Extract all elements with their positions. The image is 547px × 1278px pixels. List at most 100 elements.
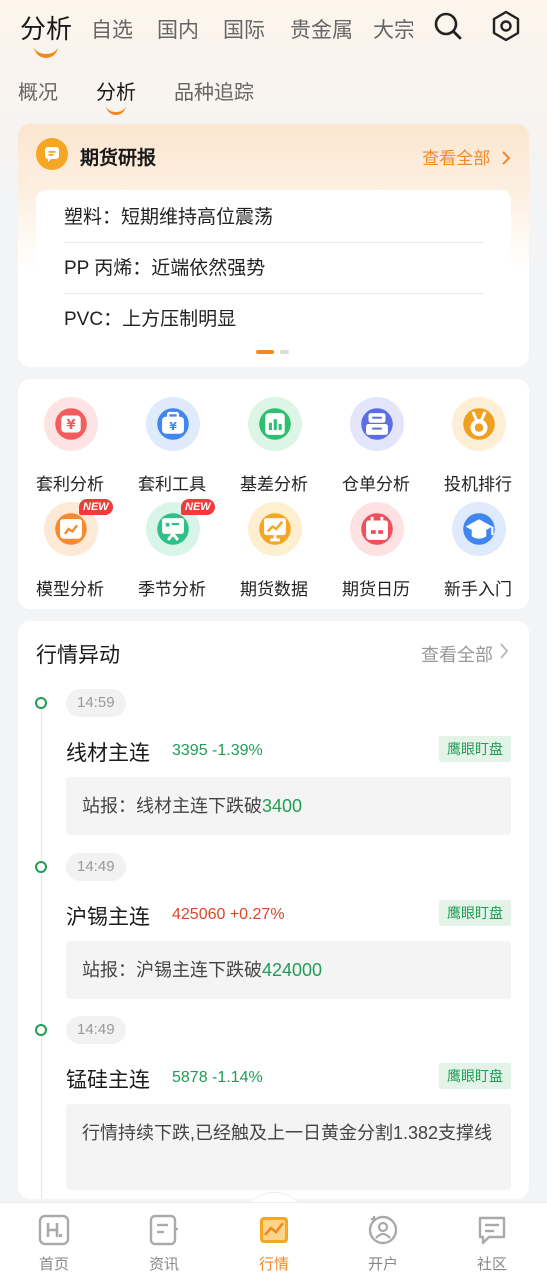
chevron-right-icon [502, 151, 511, 165]
add-user-icon [368, 1215, 398, 1245]
tool-label: 期货日历 [342, 580, 410, 599]
report-view-all-label: 查看全部 [422, 149, 491, 168]
tool-label: 模型分析 [36, 580, 104, 599]
tab-watchlist[interactable]: 自选 [91, 14, 133, 44]
nav-home[interactable]: 首页 [9, 1203, 99, 1278]
subtab-analysis[interactable]: 分析 [96, 76, 136, 115]
new-badge: NEW [181, 499, 215, 515]
subtab-overview[interactable]: 概况 [18, 76, 58, 105]
nav-label: 行情 [258, 1256, 289, 1273]
tool-label: 仓单分析 [342, 475, 410, 494]
settings-icon[interactable] [490, 10, 522, 42]
event-detail-text: 站报：线材主连下跌破 [82, 796, 262, 816]
nav-label: 资讯 [148, 1256, 179, 1273]
market-chart-icon [260, 1217, 288, 1243]
eagle-eye-tag[interactable]: 鹰眼盯盘 [439, 1063, 511, 1089]
market-view-all[interactable]: 查看全部 [421, 641, 493, 667]
indicator-active [256, 350, 274, 354]
market-title: 行情异动 [36, 644, 120, 667]
tool-calendar[interactable]: 期货日历 [328, 502, 424, 602]
tool-label: 投机排行 [444, 475, 512, 494]
tab-domestic[interactable]: 国内 [157, 14, 199, 44]
subtab-variety-tracking[interactable]: 品种追踪 [174, 76, 254, 105]
tab-analysis[interactable]: 分析 [20, 9, 72, 58]
svg-text:¥: ¥ [169, 420, 177, 433]
event-detail[interactable]: 站报：沪锡主连下跌破424000 [66, 941, 511, 999]
nav-label: 首页 [38, 1256, 69, 1273]
event-contract-name[interactable]: 线材主连 [66, 737, 150, 767]
eagle-eye-tag[interactable]: 鹰眼盯盘 [439, 900, 511, 926]
tool-medal[interactable]: 投机排行 [430, 397, 526, 497]
event-contract-name[interactable]: 锰硅主连 [66, 1064, 150, 1094]
new-badge: NEW [79, 499, 113, 515]
event-detail-value: 424000 [262, 960, 323, 980]
tool-graduation-cap[interactable]: 新手入门 [430, 502, 526, 602]
tab-international[interactable]: 国际 [223, 14, 265, 44]
chat-icon [478, 1216, 506, 1245]
arbitrage-analysis-icon: ¥ [44, 397, 98, 451]
report-list: 塑料：短期维持高位震荡 PP 丙烯：近端依然强势 PVC：上方压制明显 [36, 190, 511, 344]
nav-news[interactable]: 资讯 [119, 1203, 209, 1278]
timeline-dot [35, 697, 47, 709]
nav-label: 开户 [367, 1256, 398, 1273]
home-icon [38, 1214, 70, 1246]
nav-label: 社区 [476, 1256, 507, 1273]
report-item[interactable]: 塑料：短期维持高位震荡 [64, 192, 484, 243]
tools-grid: ¥ 套利分析 ¥ 套利工具 基差分析 仓单分析 投机排行 NEW 模型分析 NEW 季节分析 期货数据… [18, 379, 529, 609]
bottom-nav: 首页 资讯 行情 开户 社区 [0, 1202, 547, 1278]
tool-label: 新手入门 [444, 580, 512, 599]
medal-icon [452, 397, 506, 451]
event-detail-text: 行情持续下跌,已经触及上一日黄金分割1.382支撑线 [82, 1123, 493, 1143]
sub-tab-bar: 概况 分析 品种追踪 [0, 70, 547, 115]
calendar-icon [350, 502, 404, 556]
arbitrage-tool-icon: ¥ [146, 397, 200, 451]
market-movement-card: 行情异动 查看全部 14:59 线材主连 3395 -1.39% 鹰眼盯盘 站报… [18, 621, 529, 1199]
tool-label: 季节分析 [138, 580, 206, 599]
report-item[interactable]: PP 丙烯：近端依然强势 [64, 243, 484, 294]
futures-research-card: 期货研报 查看全部 塑料：短期维持高位震荡 PP 丙烯：近端依然强势 PVC：上… [18, 124, 529, 367]
report-item[interactable]: PVC：上方压制明显 [64, 294, 484, 345]
event-time: 14:59 [66, 689, 126, 717]
tool-arbitrage-analysis[interactable]: ¥ 套利分析 [22, 397, 118, 497]
tool-label: 期货数据 [240, 580, 308, 599]
news-icon [149, 1214, 178, 1246]
nav-open-account[interactable]: 开户 [338, 1203, 428, 1278]
tab-precious-metals[interactable]: 贵金属 [290, 14, 353, 44]
event-detail-text: 站报：沪锡主连下跌破 [82, 960, 262, 980]
svg-text:¥: ¥ [66, 418, 76, 433]
report-view-all[interactable]: 查看全部 [422, 144, 511, 169]
eagle-eye-tag[interactable]: 鹰眼盯盘 [439, 736, 511, 762]
tool-arbitrage-tool[interactable]: ¥ 套利工具 [124, 397, 220, 497]
tool-warehouse-receipt[interactable]: 仓单分析 [328, 397, 424, 497]
search-icon[interactable] [432, 10, 464, 42]
tool-model-analysis[interactable]: NEW 模型分析 [22, 499, 118, 602]
timeline-dot [35, 861, 47, 873]
event-contract-name[interactable]: 沪锡主连 [66, 901, 150, 931]
tool-futures-data[interactable]: 期货数据 [226, 502, 322, 602]
event-time: 14:49 [66, 1016, 126, 1044]
tool-label: 套利工具 [138, 475, 206, 494]
futures-data-icon [248, 502, 302, 556]
event-price: 425060 +0.27% [172, 906, 285, 923]
tool-basis-analysis[interactable]: 基差分析 [226, 397, 322, 497]
report-icon [36, 138, 68, 170]
basis-analysis-icon [248, 397, 302, 451]
timeline-line [41, 709, 42, 1199]
nav-community[interactable]: 社区 [447, 1203, 537, 1278]
top-tab-bar: 分析 自选 国内 国际 贵金属 大宗 [0, 0, 547, 62]
event-price: 3395 -1.39% [172, 742, 263, 759]
timeline-dot [35, 1024, 47, 1036]
tab-commodities[interactable]: 大宗 [373, 14, 413, 44]
graduation-cap-icon [452, 502, 506, 556]
event-detail[interactable]: 站报：线材主连下跌破3400 [66, 777, 511, 835]
event-price: 5878 -1.14% [172, 1069, 263, 1086]
report-title: 期货研报 [80, 148, 157, 169]
chevron-right-icon [500, 643, 509, 659]
indicator-inactive [280, 350, 289, 354]
nav-market[interactable]: 行情 [229, 1203, 319, 1278]
tool-label: 基差分析 [240, 475, 308, 494]
tool-seasonal-analysis[interactable]: NEW 季节分析 [124, 499, 220, 602]
tool-label: 套利分析 [36, 475, 104, 494]
event-detail[interactable]: 行情持续下跌,已经触及上一日黄金分割1.382支撑线 [66, 1104, 511, 1190]
event-detail-value: 3400 [262, 796, 303, 816]
